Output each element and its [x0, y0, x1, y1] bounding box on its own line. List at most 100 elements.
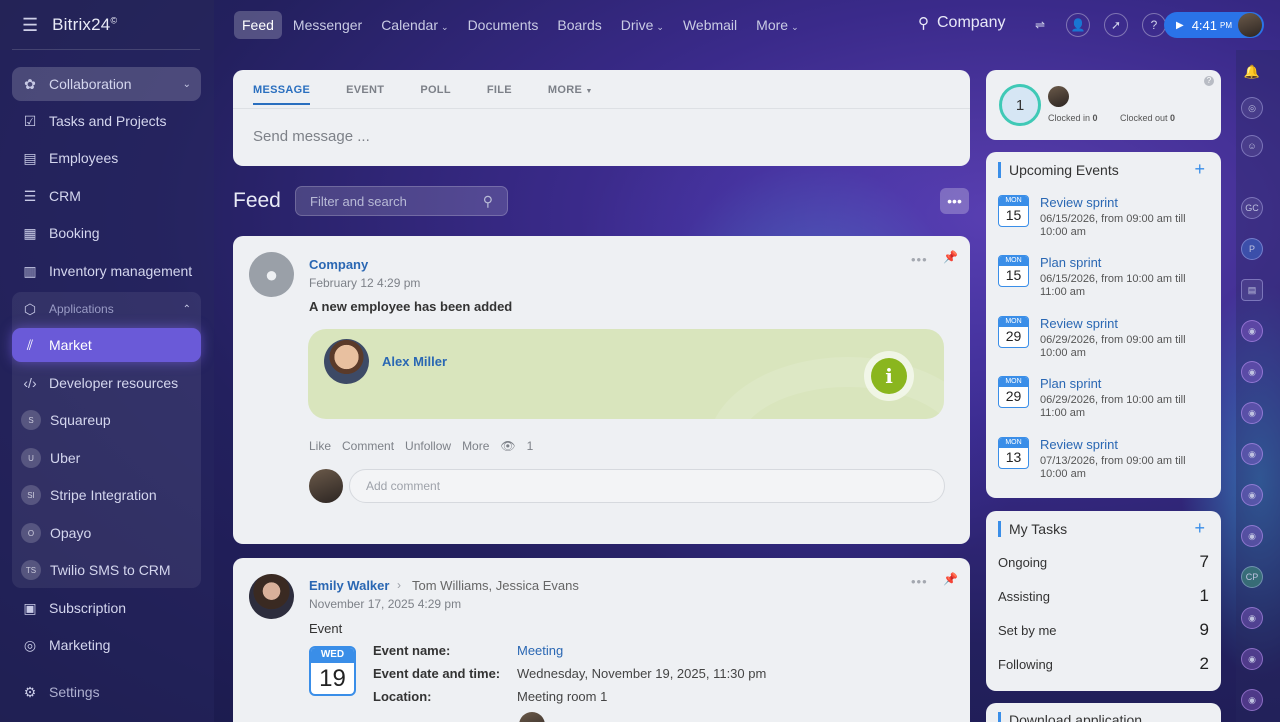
unfollow-button[interactable]: Unfollow: [405, 439, 451, 453]
post-actions: Like Comment Unfollow More 👁 1: [309, 439, 555, 453]
sidebar-item-app[interactable]: SI Stripe Integration: [12, 478, 201, 512]
chat-avatar-icon[interactable]: ◉: [1241, 320, 1263, 342]
sidebar-item-app[interactable]: O Opayo: [12, 516, 201, 550]
employee-avatar[interactable]: [324, 339, 369, 384]
chat-avatar-icon[interactable]: ◉: [1241, 484, 1263, 506]
user-avatar[interactable]: [1238, 13, 1262, 37]
author-avatar[interactable]: [249, 574, 294, 619]
event-item[interactable]: MON 15 Review sprint 06/15/2026, from 09:…: [998, 195, 1213, 251]
sidebar-item-app[interactable]: S Squareup: [12, 403, 201, 437]
task-row[interactable]: Set by me 9: [998, 620, 1209, 639]
post-date[interactable]: February 12 4:29 pm: [309, 276, 420, 290]
chat-avatar-icon[interactable]: ◉: [1241, 648, 1263, 670]
sidebar-item-app[interactable]: U Uber: [12, 441, 201, 475]
chat-avatar-icon[interactable]: ◉: [1241, 607, 1263, 629]
event-title[interactable]: Review sprint: [1040, 316, 1118, 331]
event-name-link[interactable]: Meeting: [517, 643, 563, 658]
comment-input[interactable]: Add comment: [349, 469, 945, 503]
tab-more[interactable]: MORE ▼: [548, 84, 593, 105]
event-item[interactable]: MON 15 Plan sprint 06/15/2026, from 10:00…: [998, 255, 1213, 311]
sidebar-item-market[interactable]: ⫽ Market: [12, 328, 201, 362]
chat-avatar[interactable]: P: [1241, 238, 1263, 260]
nav-more[interactable]: More ⌄: [748, 11, 806, 39]
post-author[interactable]: Emily Walker: [309, 578, 389, 593]
nav-documents[interactable]: Documents: [460, 11, 547, 39]
sidebar-group-applications[interactable]: ⬡ Applications ⌃: [12, 292, 201, 326]
nav-messenger[interactable]: Messenger: [285, 11, 370, 39]
company-search[interactable]: ⚲ Company: [918, 14, 1005, 32]
sidebar-item-inventory[interactable]: ▥ Inventory management: [12, 254, 201, 288]
message-input[interactable]: Send message ...: [253, 128, 370, 145]
event-title[interactable]: Review sprint: [1040, 437, 1118, 452]
tab-poll[interactable]: POLL: [420, 84, 451, 105]
event-title[interactable]: Plan sprint: [1040, 255, 1101, 270]
comment-button[interactable]: Comment: [342, 439, 394, 453]
chat-avatar-icon[interactable]: ◉: [1241, 689, 1263, 711]
nav-drive[interactable]: Drive ⌄: [613, 11, 672, 39]
spiral-icon[interactable]: ◎: [1241, 97, 1263, 119]
pin-icon[interactable]: 📌: [943, 572, 958, 586]
chat-icon[interactable]: ☺: [1241, 135, 1263, 157]
worktime-count[interactable]: 1: [999, 84, 1041, 126]
sliders-icon[interactable]: ⇌: [1028, 13, 1052, 37]
sidebar-item-tasks[interactable]: ☑ Tasks and Projects: [12, 104, 201, 138]
post-author[interactable]: Company: [309, 257, 368, 272]
sidebar-item-employees[interactable]: ▤ Employees: [12, 141, 201, 175]
filter-search-input[interactable]: Filter and search ⚲: [295, 186, 508, 216]
sidebar-item-settings[interactable]: ⚙ Settings: [12, 675, 201, 709]
task-row[interactable]: Ongoing 7: [998, 552, 1209, 571]
chat-avatar-icon[interactable]: ◉: [1241, 443, 1263, 465]
tab-message[interactable]: MESSAGE: [253, 84, 311, 105]
event-item[interactable]: MON 29 Review sprint 06/29/2026, from 09:…: [998, 316, 1213, 372]
tab-file[interactable]: FILE: [487, 84, 512, 105]
participant-avatar[interactable]: [519, 712, 545, 722]
chat-avatar-icon[interactable]: ◉: [1241, 361, 1263, 383]
employee-name[interactable]: Alex Miller: [382, 354, 447, 369]
sidebar-item-app[interactable]: TS Twilio SMS to CRM: [12, 553, 201, 587]
nav-boards[interactable]: Boards: [549, 11, 609, 39]
add-event-icon[interactable]: +: [1194, 159, 1205, 180]
event-item[interactable]: MON 13 Review sprint 07/13/2026, from 09:…: [998, 437, 1213, 493]
add-user-icon[interactable]: 👤: [1066, 13, 1090, 37]
help-icon[interactable]: ?: [1142, 13, 1166, 37]
event-value: Meeting room 1: [517, 689, 608, 704]
clock-button[interactable]: ▶ 4:41 PM: [1164, 12, 1264, 38]
chat-avatar-icon[interactable]: ◉: [1241, 402, 1263, 424]
sidebar-item-collaboration[interactable]: ✿ Collaboration ⌄: [12, 67, 201, 101]
nav-webmail[interactable]: Webmail: [675, 11, 745, 39]
tab-event[interactable]: EVENT: [346, 84, 384, 105]
task-row[interactable]: Assisting 1: [998, 586, 1209, 605]
event-item[interactable]: MON 29 Plan sprint 06/29/2026, from 10:00…: [998, 376, 1213, 432]
bell-icon[interactable]: 🔔: [1241, 61, 1263, 83]
chat-avatar-icon[interactable]: ◉: [1241, 525, 1263, 547]
nav-feed[interactable]: Feed: [234, 11, 282, 39]
sidebar-item-marketing[interactable]: ◎ Marketing: [12, 628, 201, 662]
post-menu-icon[interactable]: •••: [911, 574, 928, 589]
post-recipients[interactable]: Tom Williams, Jessica Evans: [412, 578, 579, 593]
event-title[interactable]: Review sprint: [1040, 195, 1118, 210]
download-app-card: Download application: [986, 703, 1221, 722]
task-row[interactable]: Following 2: [998, 654, 1209, 673]
company-avatar[interactable]: ●: [249, 252, 294, 297]
menu-icon[interactable]: ☰: [22, 15, 38, 36]
sidebar-item-subscription[interactable]: ▣ Subscription: [12, 591, 201, 625]
sidebar-item-crm[interactable]: ☰ CRM: [12, 179, 201, 213]
logo[interactable]: Bitrix24©: [52, 15, 117, 35]
sidebar-item-developer[interactable]: ‹/› Developer resources: [12, 366, 201, 400]
sidebar-item-booking[interactable]: ▦ Booking: [12, 216, 201, 250]
app-initials: TS: [21, 560, 41, 580]
add-task-icon[interactable]: +: [1194, 518, 1205, 539]
contact-card-icon[interactable]: ▤: [1241, 279, 1263, 301]
post-menu-icon[interactable]: •••: [911, 252, 928, 267]
help-icon[interactable]: ?: [1204, 76, 1214, 86]
chat-avatar[interactable]: CP: [1241, 566, 1263, 588]
chat-avatar[interactable]: GC: [1241, 197, 1263, 219]
feed-more-button[interactable]: •••: [940, 188, 969, 214]
more-button[interactable]: More: [462, 439, 489, 453]
rocket-icon[interactable]: ➚: [1104, 13, 1128, 37]
nav-calendar[interactable]: Calendar ⌄: [373, 11, 456, 39]
pin-icon[interactable]: 📌: [943, 250, 958, 264]
event-title[interactable]: Plan sprint: [1040, 376, 1101, 391]
post-date[interactable]: November 17, 2025 4:29 pm: [309, 597, 461, 611]
like-button[interactable]: Like: [309, 439, 331, 453]
